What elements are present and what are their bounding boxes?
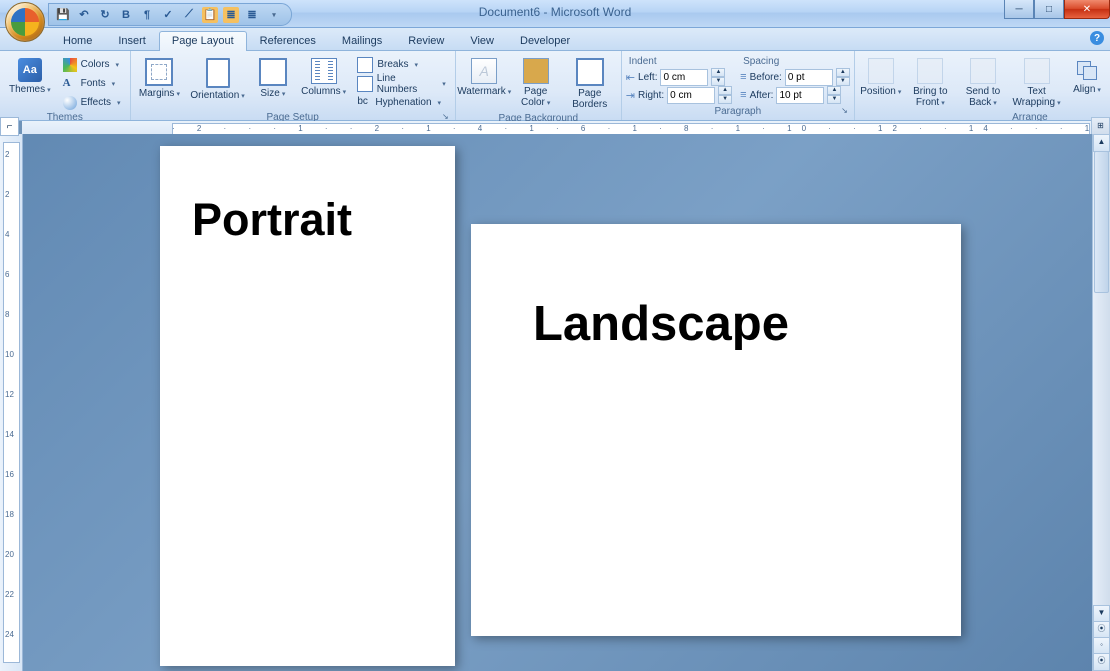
indent-left-icon: ⇤ (626, 71, 635, 84)
indent-left-input[interactable] (660, 69, 708, 86)
group-page-background: Watermark Page Color Page Borders Page B… (456, 51, 622, 120)
indent-left-label: Left: (638, 72, 657, 83)
window-buttons: ─ □ ✕ (1004, 0, 1110, 19)
tab-page-layout[interactable]: Page Layout (159, 31, 247, 51)
breaks-icon (357, 57, 373, 73)
spacing-after-label: After: (750, 90, 774, 101)
tab-mailings[interactable]: Mailings (329, 31, 395, 51)
text-wrapping-button[interactable]: Text Wrapping (1010, 53, 1063, 112)
indent-right-up[interactable]: ▲ (718, 86, 732, 95)
spacing-before-up[interactable]: ▲ (836, 68, 850, 77)
theme-fonts-button[interactable]: AFonts (58, 74, 126, 93)
spacing-after-down[interactable]: ▼ (827, 95, 841, 104)
group-label-paragraph[interactable]: Paragraph (626, 106, 850, 120)
size-button[interactable]: Size (251, 53, 295, 103)
qat-customize-icon[interactable] (265, 7, 281, 23)
effects-icon (63, 96, 77, 110)
watermark-button[interactable]: Watermark (460, 53, 509, 101)
spacing-after-up[interactable]: ▲ (827, 86, 841, 95)
page-landscape[interactable]: Landscape (471, 224, 961, 636)
qat-highlight-icon[interactable]: 📋 (202, 7, 218, 23)
hyphenation-button[interactable]: bcHyphenation (352, 93, 450, 112)
indent-right-label: Right: (638, 90, 664, 101)
theme-colors-button[interactable]: Colors (58, 55, 126, 74)
bring-to-front-button[interactable]: Bring to Front (905, 53, 956, 112)
line-numbers-button[interactable]: Line Numbers (352, 74, 450, 93)
position-button[interactable]: Position (859, 53, 903, 101)
close-button[interactable]: ✕ (1064, 0, 1110, 19)
tab-view[interactable]: View (457, 31, 507, 51)
group-paragraph: Indent ⇤Left:▲▼ ⇥Right:▲▼ Spacing ≡Befor… (622, 51, 855, 120)
spacing-before-label: Before: (750, 72, 782, 83)
indent-left-up[interactable]: ▲ (711, 68, 725, 77)
qat-redo-icon[interactable]: ↻ (97, 7, 113, 23)
margins-button[interactable]: Margins (135, 53, 185, 103)
indent-header: Indent (626, 55, 732, 68)
line-numbers-icon (357, 76, 372, 92)
qat-bold-icon[interactable]: B (118, 7, 134, 23)
page-color-button[interactable]: Page Color (511, 53, 561, 112)
scroll-thumb[interactable] (1094, 151, 1109, 293)
office-button[interactable] (5, 2, 45, 42)
fonts-icon: A (63, 77, 77, 91)
indent-right-input[interactable] (667, 87, 715, 104)
help-icon[interactable]: ? (1090, 31, 1104, 45)
orientation-button[interactable]: Orientation (186, 53, 249, 105)
tab-review[interactable]: Review (395, 31, 457, 51)
spacing-before-icon: ≡ (740, 71, 746, 83)
qat-paragraph-icon[interactable]: ¶ (139, 7, 155, 23)
tab-home[interactable]: Home (50, 31, 105, 51)
align-button[interactable]: Align (1065, 53, 1109, 99)
spacing-after-icon: ≡ (740, 89, 746, 101)
columns-button[interactable]: Columns (297, 53, 350, 101)
qat-spell-icon[interactable]: ⟋ (181, 7, 197, 23)
tab-developer[interactable]: Developer (507, 31, 583, 51)
next-page-button[interactable]: ⦿ (1093, 653, 1110, 671)
page-portrait[interactable]: Portrait (160, 146, 455, 666)
page1-text[interactable]: Portrait (192, 194, 455, 246)
vertical-scrollbar[interactable]: ▲ ▼ ⦿ ◦ ⦿ (1092, 134, 1110, 671)
group-page-setup: Margins Orientation Size Columns Breaks … (131, 51, 456, 120)
page-borders-button[interactable]: Page Borders (563, 53, 617, 113)
indent-left-down[interactable]: ▼ (711, 77, 725, 86)
spacing-before-down[interactable]: ▼ (836, 77, 850, 86)
indent-right-down[interactable]: ▼ (718, 95, 732, 104)
minimize-button[interactable]: ─ (1004, 0, 1034, 19)
maximize-button[interactable]: □ (1034, 0, 1064, 19)
indent-right-icon: ⇥ (626, 89, 635, 102)
spacing-header: Spacing (740, 55, 850, 68)
qat-undo-icon[interactable]: ↶ (76, 7, 92, 23)
vertical-ruler[interactable]: 2 2 4 6 8 10 12 14 16 18 20 22 24 (0, 134, 23, 671)
colors-icon (63, 58, 77, 72)
themes-button[interactable]: Themes (4, 53, 56, 99)
group-themes: Themes Colors AFonts Effects Themes (0, 51, 131, 120)
hyphenation-icon: bc (357, 96, 371, 110)
title-bar: 💾 ↶ ↻ B ¶ ✓ ⟋ 📋 ≣ ≣ Document6 - Microsof… (0, 0, 1110, 28)
quick-access-toolbar: 💾 ↶ ↻ B ¶ ✓ ⟋ 📋 ≣ ≣ (48, 3, 292, 26)
qat-save-icon[interactable]: 💾 (55, 7, 71, 23)
send-to-back-button[interactable]: Send to Back (958, 53, 1008, 112)
scroll-up-button[interactable]: ▲ (1093, 134, 1110, 152)
qat-lines2-icon[interactable]: ≣ (244, 7, 260, 23)
spacing-after-input[interactable] (776, 87, 824, 104)
document-workspace[interactable]: 2 2 4 6 8 10 12 14 16 18 20 22 24 Portra… (0, 134, 1093, 671)
qat-check-icon[interactable]: ✓ (160, 7, 176, 23)
tab-references[interactable]: References (247, 31, 329, 51)
qat-lines1-icon[interactable]: ≣ (223, 7, 239, 23)
ribbon: Themes Colors AFonts Effects Themes Marg… (0, 51, 1110, 121)
theme-effects-button[interactable]: Effects (58, 93, 126, 112)
tab-insert[interactable]: Insert (105, 31, 159, 51)
spacing-before-input[interactable] (785, 69, 833, 86)
group-arrange: Position Bring to Front Send to Back Tex… (855, 51, 1110, 120)
ribbon-tabs: Home Insert Page Layout References Maili… (0, 28, 1110, 51)
page2-text[interactable]: Landscape (533, 296, 961, 352)
breaks-button[interactable]: Breaks (352, 55, 450, 74)
tab-selector[interactable]: ⌐ (0, 117, 19, 136)
